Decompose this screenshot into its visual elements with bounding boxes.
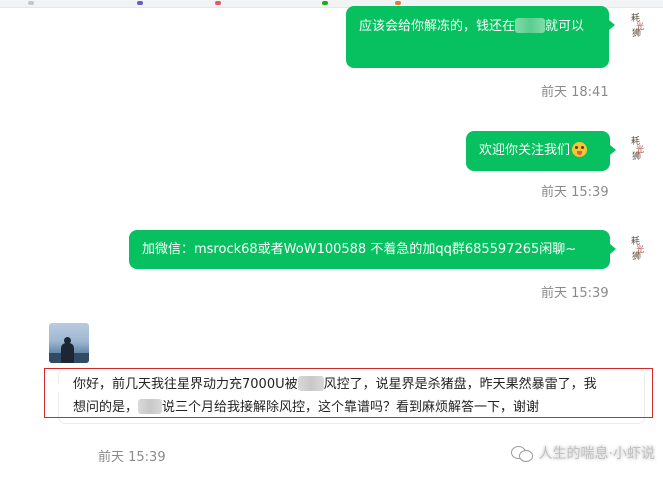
message-timestamp: 前天 15:39 [541,286,609,301]
message-timestamp: 前天 15:39 [98,450,166,465]
message-timestamp: 前天 18:41 [541,85,609,100]
wechat-icon [510,445,533,462]
outgoing-message-bubble[interactable]: 加微信：msrock68或者WoW100588 不着急的加qq群68559726… [129,230,616,269]
tab-mark [215,1,221,5]
tab-mark [137,1,143,5]
message-text: 加微信：msrock68或者WoW100588 不着急的加qq群68559726… [142,242,577,257]
outgoing-message-bubble[interactable]: 应该会给你解冻的，钱还在 就可以 [346,6,615,68]
tab-mark [395,1,401,5]
outgoing-message-bubble[interactable]: 欢迎你关注我们 [466,131,616,171]
tab-mark [322,1,328,5]
watermark-text: 人生的喘息·小虾说 [538,446,655,462]
watermark: 人生的喘息·小虾说 [510,443,655,463]
highlight-box [44,368,653,418]
message-text: 欢迎你关注我们 [479,143,571,158]
calligraphy-avatar[interactable]: 耗光狮 [628,12,648,40]
sender-avatar[interactable] [49,323,89,363]
calligraphy-avatar[interactable]: 耗光狮 [628,235,648,263]
redacted-blur [515,18,546,33]
message-text: 应该会给你解冻的，钱还在 [359,19,516,34]
message-timestamp: 前天 15:39 [541,185,609,200]
tab-mark [28,1,34,5]
tongue-out-emoji-icon [572,142,588,157]
message-text: 就可以 [545,19,585,34]
calligraphy-avatar[interactable]: 耗光狮 [628,135,648,163]
